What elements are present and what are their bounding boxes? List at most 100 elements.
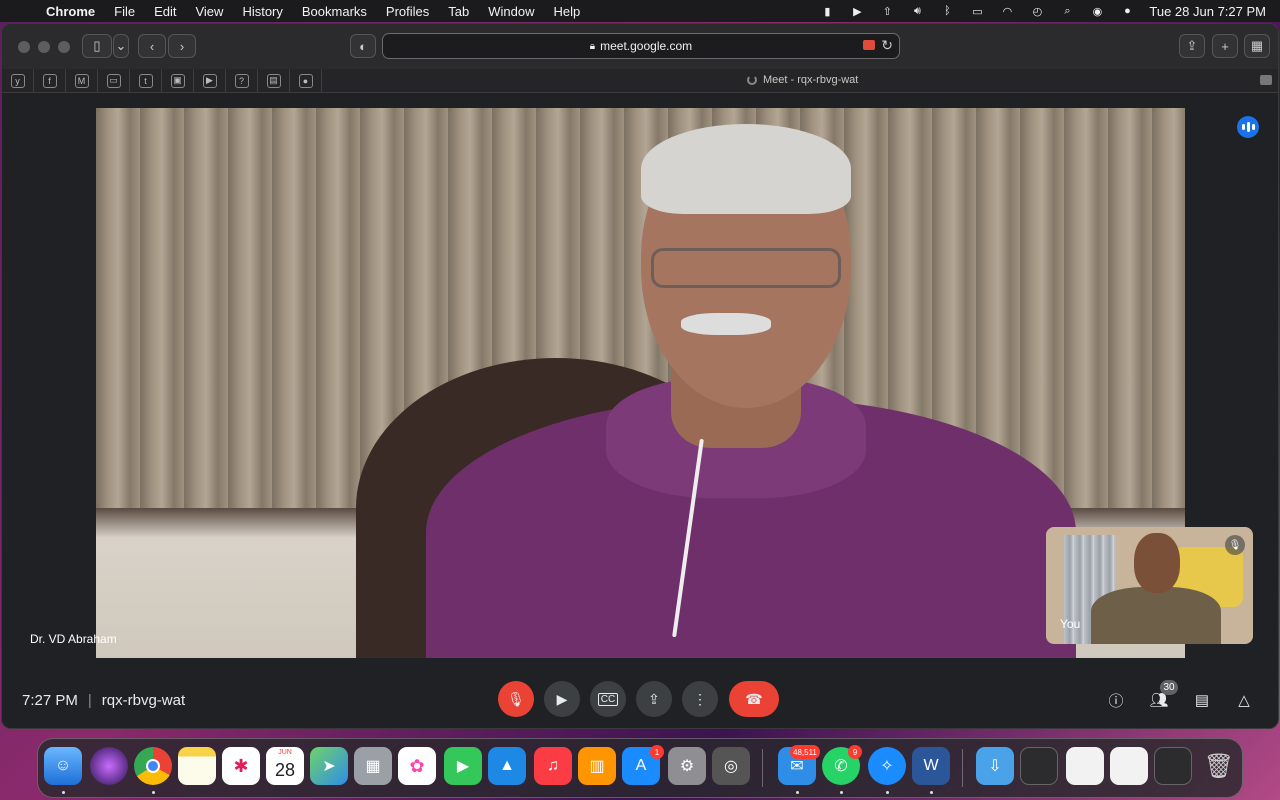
notes-icon[interactable] [178, 747, 216, 785]
calendar-app-icon[interactable]: JUN 28 [266, 747, 304, 785]
minimized-window-2[interactable] [1066, 747, 1104, 785]
pinned-tab-4[interactable]: ▭ [98, 68, 130, 93]
back-button[interactable]: ‹ [138, 34, 166, 58]
more-options-button[interactable]: ⋮ [682, 681, 718, 717]
slack-icon[interactable]: ✱ [222, 747, 260, 785]
menu-tab[interactable]: Tab [448, 4, 469, 19]
facetime-icon[interactable]: ▶ [444, 747, 482, 785]
address-bar[interactable]: 🔒︎ meet.google.com ↻ [382, 33, 900, 59]
pinned-tab-6[interactable]: ▣ [162, 68, 194, 93]
chat-button[interactable]: ▤ [1190, 688, 1214, 712]
captions-button[interactable]: CC [590, 681, 626, 717]
safari-running-dot [886, 791, 889, 794]
url-text: meet.google.com [600, 39, 693, 53]
siri-app-icon[interactable] [90, 747, 128, 785]
pinned-tab-9[interactable]: ▤ [258, 68, 290, 93]
present-screen-icon: ⇪ [648, 690, 660, 707]
pinned-tab-gmail[interactable]: M [66, 68, 98, 93]
downloads-folder-icon[interactable]: ⇩ [976, 747, 1014, 785]
keynote-icon[interactable]: ▲ [488, 747, 526, 785]
books-icon[interactable]: ▥ [578, 747, 616, 785]
minimized-window-4[interactable] [1154, 747, 1192, 785]
window-controls [18, 40, 70, 53]
menu-view[interactable]: View [195, 4, 223, 19]
chrome-icon[interactable] [134, 747, 172, 785]
main-speaker-video[interactable] [96, 108, 1185, 658]
system-preferences-icon[interactable]: ⚙ [668, 747, 706, 785]
spotlight-search-icon[interactable]: ⌕ [1059, 5, 1075, 17]
control-center-icon[interactable]: ◉ [1089, 5, 1105, 18]
leave-call-button[interactable]: ☎︎ [729, 681, 779, 717]
speaker-hair [641, 124, 851, 214]
captions-icon: CC [597, 692, 619, 706]
bluetooth-icon[interactable]: ᛒ [939, 5, 955, 17]
menu-help[interactable]: Help [554, 4, 581, 19]
camera-button[interactable]: ▶︎ [544, 681, 580, 717]
browser-toolbar: ▯ ⌄ ‹ › ◐ 🔒︎ meet.google.com ↻ ⇪ + ▦ [2, 24, 1278, 69]
menu-bookmarks[interactable]: Bookmarks [302, 4, 367, 19]
forward-button[interactable]: › [168, 34, 196, 58]
menu-window[interactable]: Window [488, 4, 534, 19]
trash-icon[interactable]: 🗑︎ [1200, 747, 1238, 785]
camera-in-use-icon[interactable] [863, 40, 875, 50]
word-running-dot [930, 791, 933, 794]
photos-icon[interactable]: ✿ [398, 747, 436, 785]
reload-icon[interactable]: ↻ [881, 37, 893, 54]
menu-app-name[interactable]: Chrome [46, 4, 95, 19]
browser-window: ▯ ⌄ ‹ › ◐ 🔒︎ meet.google.com ↻ ⇪ + ▦ y f… [1, 23, 1279, 729]
new-tab-icon[interactable]: + [1212, 34, 1238, 58]
dock-divider [762, 749, 763, 787]
volume-icon[interactable]: 🔊︎ [909, 5, 925, 17]
present-screen-button[interactable]: ⇪ [636, 681, 672, 717]
menu-file[interactable]: File [114, 4, 135, 19]
minimize-window-button[interactable] [38, 40, 50, 53]
pinned-tab-facebook[interactable]: f [34, 68, 66, 93]
menu-edit[interactable]: Edit [154, 4, 176, 19]
menu-clock[interactable]: Tue 28 Jun 7:27 PM [1149, 4, 1266, 19]
activities-button[interactable]: △ [1232, 688, 1256, 712]
facebook-icon: f [42, 73, 57, 88]
time-machine-icon[interactable]: ◴ [1029, 5, 1045, 18]
sidebar-dropdown-icon[interactable]: ⌄ [113, 34, 129, 58]
meeting-details-button[interactable]: ⓘ [1104, 688, 1128, 712]
play-status-icon[interactable]: ▶ [849, 5, 865, 18]
battery-icon[interactable]: ▭ [969, 5, 985, 18]
minimized-window-1[interactable] [1020, 747, 1058, 785]
siri-icon[interactable]: ● [1119, 5, 1135, 17]
menu-bar: Chrome File Edit View History Bookmarks … [0, 0, 1280, 22]
app-icon: ▣ [170, 73, 185, 88]
safari-icon[interactable]: ✧ [868, 747, 906, 785]
maps-icon[interactable]: ➤ [310, 747, 348, 785]
minimized-window-3[interactable] [1110, 747, 1148, 785]
zoom-window-button[interactable] [58, 40, 70, 53]
self-view-tile[interactable]: You 🎙︎ [1046, 527, 1253, 644]
launchpad-icon[interactable]: ▦ [354, 747, 392, 785]
meet-control-bar: 7:27 PM | rqx-rbvg-wat 🎙︎ ▶︎ CC ⇪ ⋮ ☎︎ ⓘ… [2, 676, 1278, 728]
calendar-day: 28 [274, 759, 296, 780]
close-window-button[interactable] [18, 40, 30, 53]
finder-icon[interactable]: ☺ [44, 747, 82, 785]
menu-history[interactable]: History [242, 4, 282, 19]
tab-overview-icon[interactable]: ▦ [1244, 34, 1270, 58]
share-icon[interactable]: ⇪ [1179, 34, 1205, 58]
pinned-tab-yahoo[interactable]: y [2, 68, 34, 93]
more-vert-icon: ⋮ [693, 690, 707, 707]
pinned-tab-twitter[interactable]: t [130, 68, 162, 93]
pinned-tab-8[interactable]: ? [226, 68, 258, 93]
active-tab[interactable]: Meet - rqx-rbvg-wat [747, 74, 858, 86]
word-icon[interactable]: W [912, 747, 950, 785]
pinned-tab-7[interactable]: ▶ [194, 68, 226, 93]
screenshot-icon[interactable]: ◎ [712, 747, 750, 785]
pinned-tab-10[interactable]: ● [290, 68, 322, 93]
mic-off-button[interactable]: 🎙︎ [498, 681, 534, 717]
privacy-shield-icon[interactable]: ◐ [350, 34, 376, 58]
wifi-icon[interactable]: ◠ [999, 5, 1015, 18]
camera-status-icon[interactable]: ▮ [819, 5, 835, 18]
upload-status-icon[interactable]: ⇧ [879, 5, 895, 18]
camera-tab-icon[interactable] [1260, 75, 1272, 85]
speaking-indicator-icon [1237, 116, 1259, 138]
menu-profiles[interactable]: Profiles [386, 4, 429, 19]
music-icon[interactable]: ♫ [534, 747, 572, 785]
dock: ☺ ✱ JUN 28 ➤ ▦ ✿ ▶ ▲ ♫ ▥ A 1 ⚙ ◎ ✉ 48,51… [37, 738, 1243, 798]
sidebar-toggle-icon[interactable]: ▯ [82, 34, 112, 58]
